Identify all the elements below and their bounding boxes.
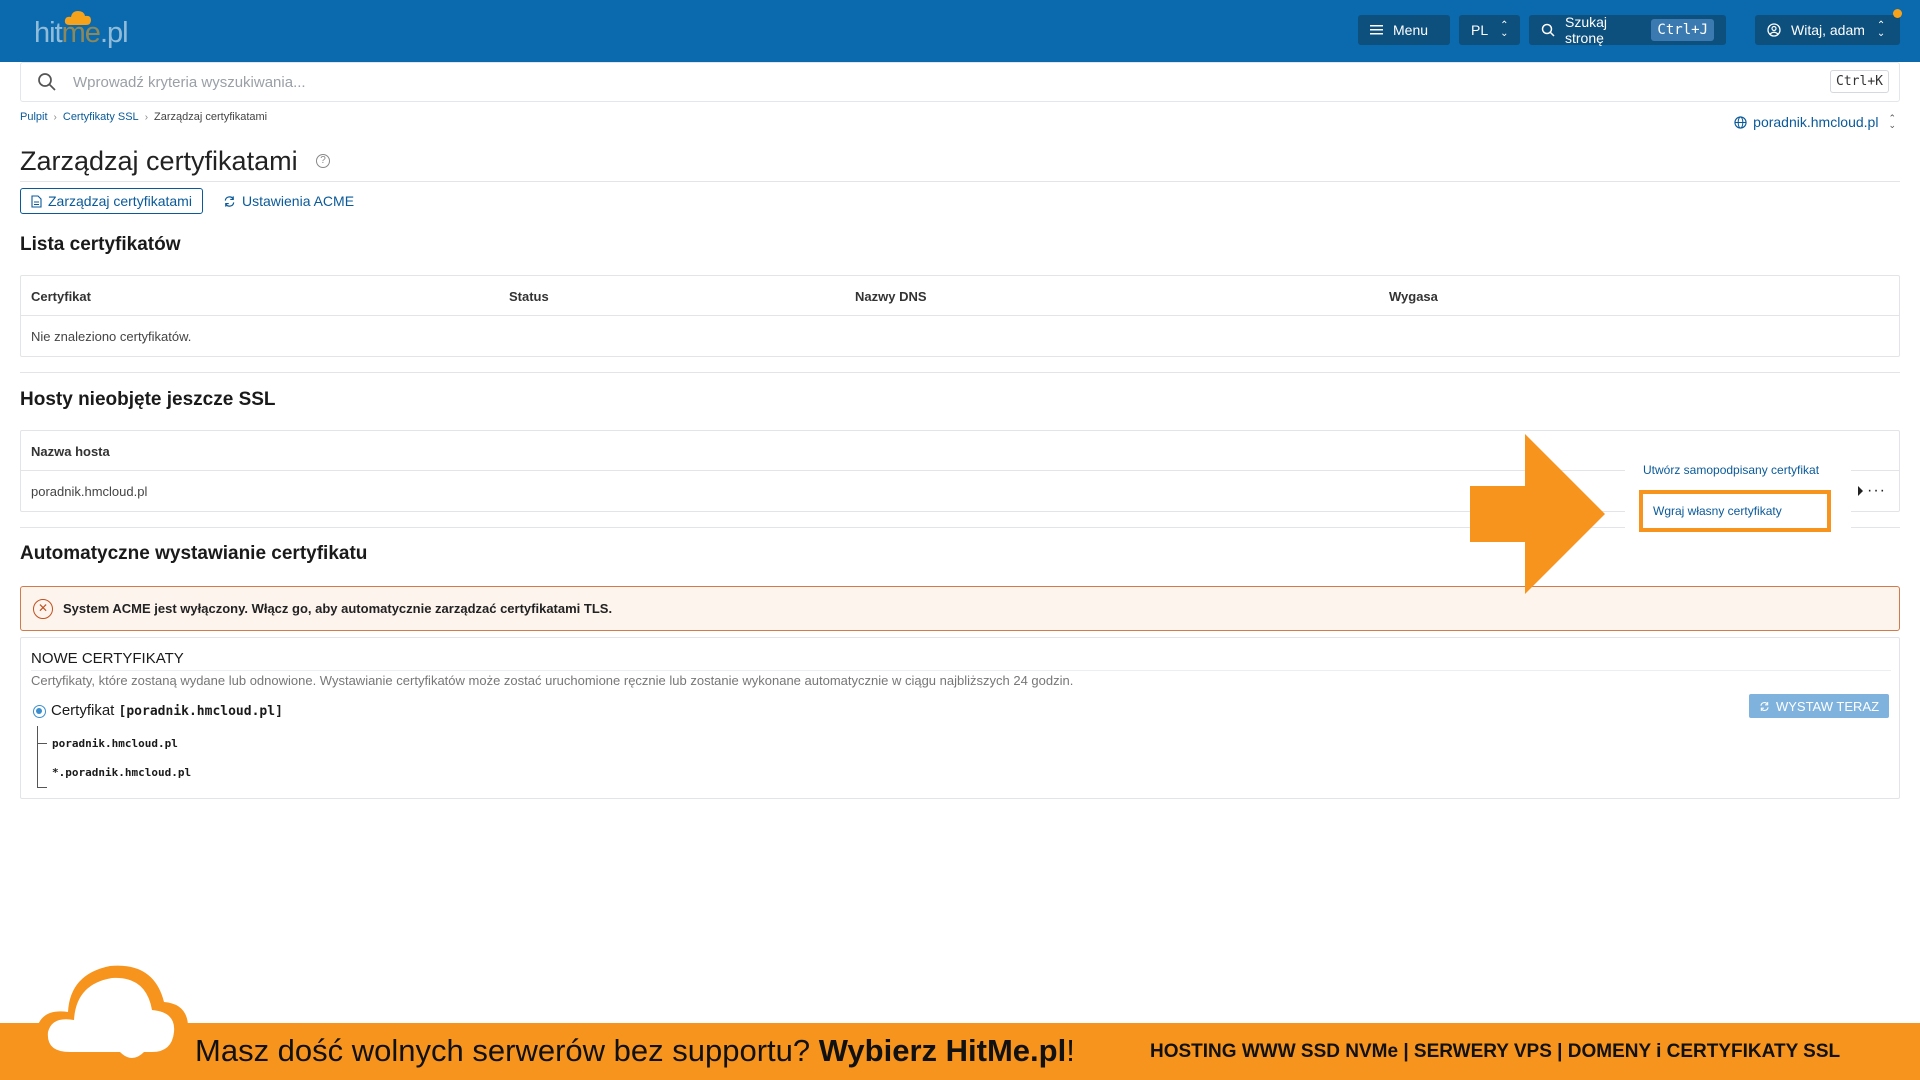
- page-title: Zarządzaj certyfikatami: [20, 146, 298, 176]
- acme-disabled-alert: ✕ System ACME jest wyłączony. Włącz go, …: [20, 586, 1900, 631]
- notification-dot: [1893, 9, 1902, 18]
- acme-title: Automatyczne wystawianie certyfikatu: [20, 543, 368, 564]
- empty-message: Nie znaleziono certyfikatów.: [31, 329, 192, 344]
- tree-line: [37, 726, 38, 788]
- search-page-label: Szukaj stronę: [1565, 14, 1608, 46]
- domain-selector[interactable]: poradnik.hmcloud.pl ⌃ ⌄: [1734, 114, 1896, 130]
- search-shortcut: Ctrl+K: [1830, 70, 1889, 93]
- new-certs-description: Certyfikaty, które zostaną wydane lub od…: [31, 673, 1074, 688]
- cert-list-title: Lista certyfikatów: [20, 234, 181, 255]
- certificate-name: [poradnik.hmcloud.pl]: [118, 704, 283, 719]
- user-icon: [1767, 23, 1781, 37]
- search-icon: [1541, 23, 1555, 37]
- top-bar: hitme.pl Menu PL ⌃ ⌄ Szukaj stronę Ctrl+J…: [0, 0, 1920, 62]
- column-header[interactable]: Wygasa: [1389, 289, 1438, 304]
- updown-chevron-icon: ⌃ ⌄: [1888, 113, 1896, 130]
- banner-text-c: !: [1066, 1033, 1075, 1068]
- divider: [20, 527, 1900, 528]
- global-search: Ctrl+K: [20, 62, 1900, 102]
- host-name: poradnik.hmcloud.pl: [31, 484, 148, 499]
- user-label: Witaj, adam: [1791, 22, 1865, 38]
- updown-chevron-icon: ⌃ ⌄: [1500, 20, 1509, 39]
- document-icon: [31, 194, 42, 208]
- tab-label: Zarządzaj certyfikatami: [48, 193, 192, 209]
- hosts-title: Hosty nieobjęte jeszcze SSL: [20, 389, 276, 410]
- new-certs-title: NOWE CERTYFIKATY: [31, 650, 184, 667]
- tree-branch: [37, 743, 47, 744]
- banner-text-a: Masz dość wolnych serwerów bez supportu?: [195, 1033, 819, 1068]
- column-header[interactable]: Nazwy DNS: [855, 289, 927, 304]
- language-label: PL: [1471, 22, 1489, 38]
- table-row: Nie znaleziono certyfikatów.: [21, 316, 1899, 355]
- menu-item-self-signed[interactable]: Utwórz samopodpisany certyfikat: [1643, 463, 1819, 477]
- menu-label: Menu: [1393, 22, 1429, 38]
- column-header[interactable]: Certyfikat: [31, 289, 91, 304]
- table-row: poradnik.hmcloud.pl: [21, 471, 1899, 510]
- column-header[interactable]: Nazwa hosta: [31, 444, 110, 459]
- breadcrumb-current: Zarządzaj certyfikatami: [154, 111, 268, 123]
- help-icon[interactable]: ?: [316, 154, 330, 168]
- chevron-right-icon: ›: [53, 111, 57, 123]
- host-actions-dropdown: Utwórz samopodpisany certyfikat Wgraj wł…: [1625, 450, 1851, 536]
- cert-host: poradnik.hmcloud.pl: [52, 737, 178, 750]
- cloud-icon: [35, 965, 189, 1060]
- banner-text-b: Wybierz HitMe.pl: [818, 1033, 1067, 1068]
- breadcrumb-pulpit[interactable]: Pulpit: [20, 111, 48, 123]
- table-header: Certyfikat Status Nazwy DNS Wygasa: [21, 276, 1899, 316]
- refresh-icon: [1759, 701, 1770, 712]
- tab-acme-settings[interactable]: Ustawienia ACME: [213, 188, 364, 214]
- issue-now-label: WYSTAW TERAZ: [1775, 698, 1880, 714]
- logo-text-a: hit: [34, 17, 63, 49]
- language-select[interactable]: PL ⌃ ⌄: [1459, 15, 1520, 45]
- search-page-button[interactable]: Szukaj stronę Ctrl+J: [1529, 14, 1726, 46]
- alert-text: System ACME jest wyłączony. Włącz go, ab…: [63, 601, 613, 616]
- error-circle-icon: ✕: [33, 598, 53, 619]
- menu-item-upload-own[interactable]: Wgraj własny certyfikaty: [1639, 490, 1831, 532]
- tab-label: Ustawienia ACME: [242, 193, 355, 209]
- globe-icon: [1734, 115, 1747, 129]
- issue-now-button[interactable]: WYSTAW TERAZ: [1749, 694, 1889, 718]
- cert-host: *.poradnik.hmcloud.pl: [52, 766, 192, 779]
- cert-table: Certyfikat Status Nazwy DNS Wygasa Nie z…: [20, 275, 1900, 357]
- column-header[interactable]: Status: [509, 289, 549, 304]
- search-input[interactable]: [73, 73, 1773, 91]
- new-certificates-panel: NOWE CERTYFIKATY Certyfikaty, które zost…: [20, 637, 1900, 799]
- tree-branch: [37, 787, 47, 788]
- divider: [20, 372, 1900, 373]
- certificate-radio[interactable]: [33, 705, 46, 718]
- caret-right-icon: [1858, 486, 1863, 496]
- breadcrumb-ssl[interactable]: Certyfikaty SSL: [63, 111, 139, 123]
- menu-button[interactable]: Menu: [1358, 15, 1450, 45]
- certificate-prefix: Certyfikat: [51, 702, 115, 719]
- banner-services: HOSTING WWW SSD NVMe | SERWERY VPS | DOM…: [1150, 1041, 1841, 1062]
- user-menu-button[interactable]: Witaj, adam ⌃ ⌄: [1755, 9, 1902, 45]
- search-page-shortcut: Ctrl+J: [1651, 19, 1714, 41]
- hosts-table: Nazwa hosta poradnik.hmcloud.pl: [20, 430, 1900, 512]
- certificate-label: Certyfikat [poradnik.hmcloud.pl]: [51, 702, 283, 719]
- search-icon: [38, 73, 56, 91]
- tab-manage-certificates[interactable]: Zarządzaj certyfikatami: [20, 188, 203, 214]
- logo-text-b: me: [61, 17, 101, 49]
- arrow-annotation: [1470, 434, 1605, 594]
- refresh-icon: [223, 195, 236, 208]
- logo[interactable]: hitme.pl: [34, 11, 129, 50]
- hamburger-icon: [1370, 25, 1383, 35]
- more-options-icon[interactable]: ···: [1867, 482, 1886, 500]
- domain-value: poradnik.hmcloud.pl: [1753, 114, 1879, 130]
- divider: [31, 670, 1891, 671]
- chevron-right-icon: ›: [144, 111, 149, 123]
- logo-text-c: .pl: [99, 17, 129, 49]
- breadcrumb: Pulpit › Certyfikaty SSL › Zarządzaj cer…: [20, 111, 267, 123]
- divider: [20, 181, 1900, 182]
- table-header: Nazwa hosta: [21, 431, 1899, 471]
- updown-chevron-icon: ⌃ ⌄: [1876, 20, 1886, 39]
- banner-headline: Masz dość wolnych serwerów bez supportu?…: [195, 1033, 1075, 1069]
